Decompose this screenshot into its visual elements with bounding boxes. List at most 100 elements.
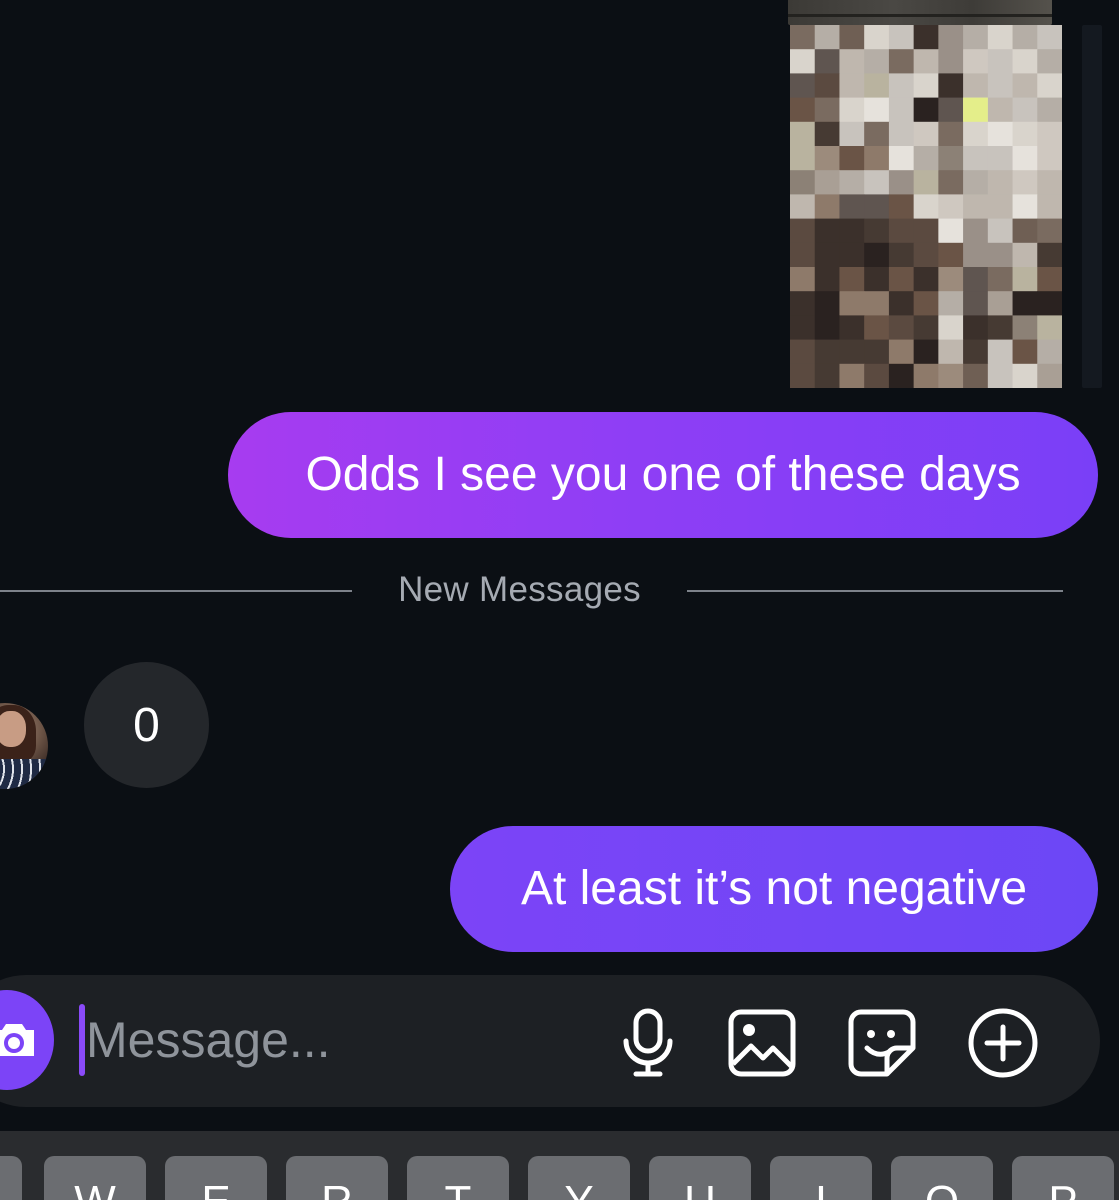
gallery-icon: [728, 1009, 796, 1077]
photo-pixel: [839, 73, 865, 99]
keyboard: Q W E R T Y U I O P: [0, 1131, 1119, 1200]
sticker-icon: [848, 1009, 916, 1077]
photo-pixel: [938, 194, 964, 220]
photo-pixel: [864, 363, 890, 388]
outgoing-message-bubble[interactable]: Odds I see you one of these days: [228, 412, 1098, 538]
photo-pixel: [839, 194, 865, 220]
key-w[interactable]: W: [44, 1156, 146, 1200]
photo-pixel: [938, 242, 964, 268]
photo-pixel: [814, 267, 840, 292]
key-q[interactable]: Q: [0, 1156, 22, 1200]
photo-pixel: [814, 339, 840, 365]
new-messages-divider-label: New Messages: [398, 570, 641, 609]
sender-avatar[interactable]: [0, 703, 48, 789]
voice-message-button[interactable]: [610, 1005, 686, 1081]
photo-pixel: [888, 121, 915, 147]
divider-line-right: [687, 590, 1063, 592]
photo-pixel: [790, 146, 816, 171]
key-i[interactable]: I: [770, 1156, 872, 1200]
photo-pixel: [864, 25, 890, 50]
photo-pixel: [938, 170, 964, 195]
photo-pixel: [987, 267, 1014, 292]
incoming-message-bubble[interactable]: 0: [84, 662, 209, 788]
photo-pixel: [938, 218, 964, 244]
photo-pixel: [888, 170, 915, 195]
photo-pixel: [963, 242, 989, 268]
add-icon: [968, 1008, 1038, 1078]
photo-pixel: [1012, 49, 1038, 74]
photo-pixel: [1037, 291, 1062, 316]
photo-pixel: [1037, 315, 1062, 341]
key-p[interactable]: P: [1012, 1156, 1114, 1200]
photo-pixel: [864, 121, 890, 147]
photo-pixel: [888, 146, 915, 171]
previous-media-edge[interactable]: [788, 0, 1052, 25]
photo-pixel: [790, 73, 816, 99]
photo-pixel: [913, 49, 939, 74]
photo-pixel: [1037, 25, 1062, 50]
photo-pixel: [913, 194, 939, 220]
photo-pixel: [839, 315, 865, 341]
photo-pixel: [888, 339, 915, 365]
photo-pixel: [1012, 363, 1038, 388]
chat-screen: Odds I see you one of these days New Mes…: [0, 0, 1119, 1200]
photo-pixel: [1037, 363, 1062, 388]
photo-pixel: [814, 242, 840, 268]
photo-pixel: [1012, 218, 1038, 244]
key-t[interactable]: T: [407, 1156, 509, 1200]
photo-pixel: [790, 267, 816, 292]
photo-pixel: [938, 97, 964, 123]
photo-pixel: [1037, 73, 1062, 99]
photo-pixel: [864, 218, 890, 244]
key-r[interactable]: R: [286, 1156, 388, 1200]
key-e[interactable]: E: [165, 1156, 267, 1200]
photo-pixel: [790, 363, 816, 388]
photo-pixel: [963, 146, 989, 171]
photo-pixel: [913, 121, 939, 147]
photo-pixel: [1012, 339, 1038, 365]
photo-pixel: [790, 339, 816, 365]
photo-pixel: [938, 25, 964, 50]
photo-pixel: [814, 49, 840, 74]
photo-pixel: [864, 315, 890, 341]
key-u[interactable]: U: [649, 1156, 751, 1200]
photo-pixel: [913, 363, 939, 388]
photo-pixel: [839, 339, 865, 365]
gallery-button[interactable]: [724, 1005, 800, 1081]
photo-pixel: [963, 121, 989, 147]
divider-line-left: [0, 590, 352, 592]
message-text: Odds I see you one of these days: [305, 448, 1021, 501]
message-text: At least it’s not negative: [520, 862, 1028, 915]
photo-pixel: [888, 49, 915, 74]
photo-pixel: [913, 291, 939, 316]
more-options-button[interactable]: [965, 1005, 1041, 1081]
photo-pixel: [938, 291, 964, 316]
photo-pixel: [913, 25, 939, 50]
photo-pixel: [938, 146, 964, 171]
photo-pixel: [814, 194, 840, 220]
photo-pixel: [790, 121, 816, 147]
photo-pixel: [814, 121, 840, 147]
photo-pixel: [938, 315, 964, 341]
photo-pixel: [1037, 194, 1062, 220]
outgoing-message-bubble[interactable]: At least it’s not negative: [450, 826, 1098, 952]
photo-pixel: [1012, 291, 1038, 316]
message-input[interactable]: [86, 1000, 586, 1080]
key-y[interactable]: Y: [528, 1156, 630, 1200]
photo-pixel: [987, 73, 1014, 99]
photo-pixel: [790, 315, 816, 341]
sticker-button[interactable]: [844, 1005, 920, 1081]
photo-pixel: [864, 339, 890, 365]
photo-pixel: [987, 194, 1014, 220]
photo-pixel: [888, 73, 915, 99]
photo-pixel: [1012, 73, 1038, 99]
photo-pixel: [888, 315, 915, 341]
photo-pixel: [839, 25, 865, 50]
pixelated-photo-image: [790, 25, 1062, 388]
key-o[interactable]: O: [891, 1156, 993, 1200]
photo-pixel: [913, 315, 939, 341]
photo-pixel: [790, 218, 816, 244]
photo-pixel: [814, 73, 840, 99]
shared-photo[interactable]: [790, 25, 1062, 388]
photo-pixel: [864, 194, 890, 220]
